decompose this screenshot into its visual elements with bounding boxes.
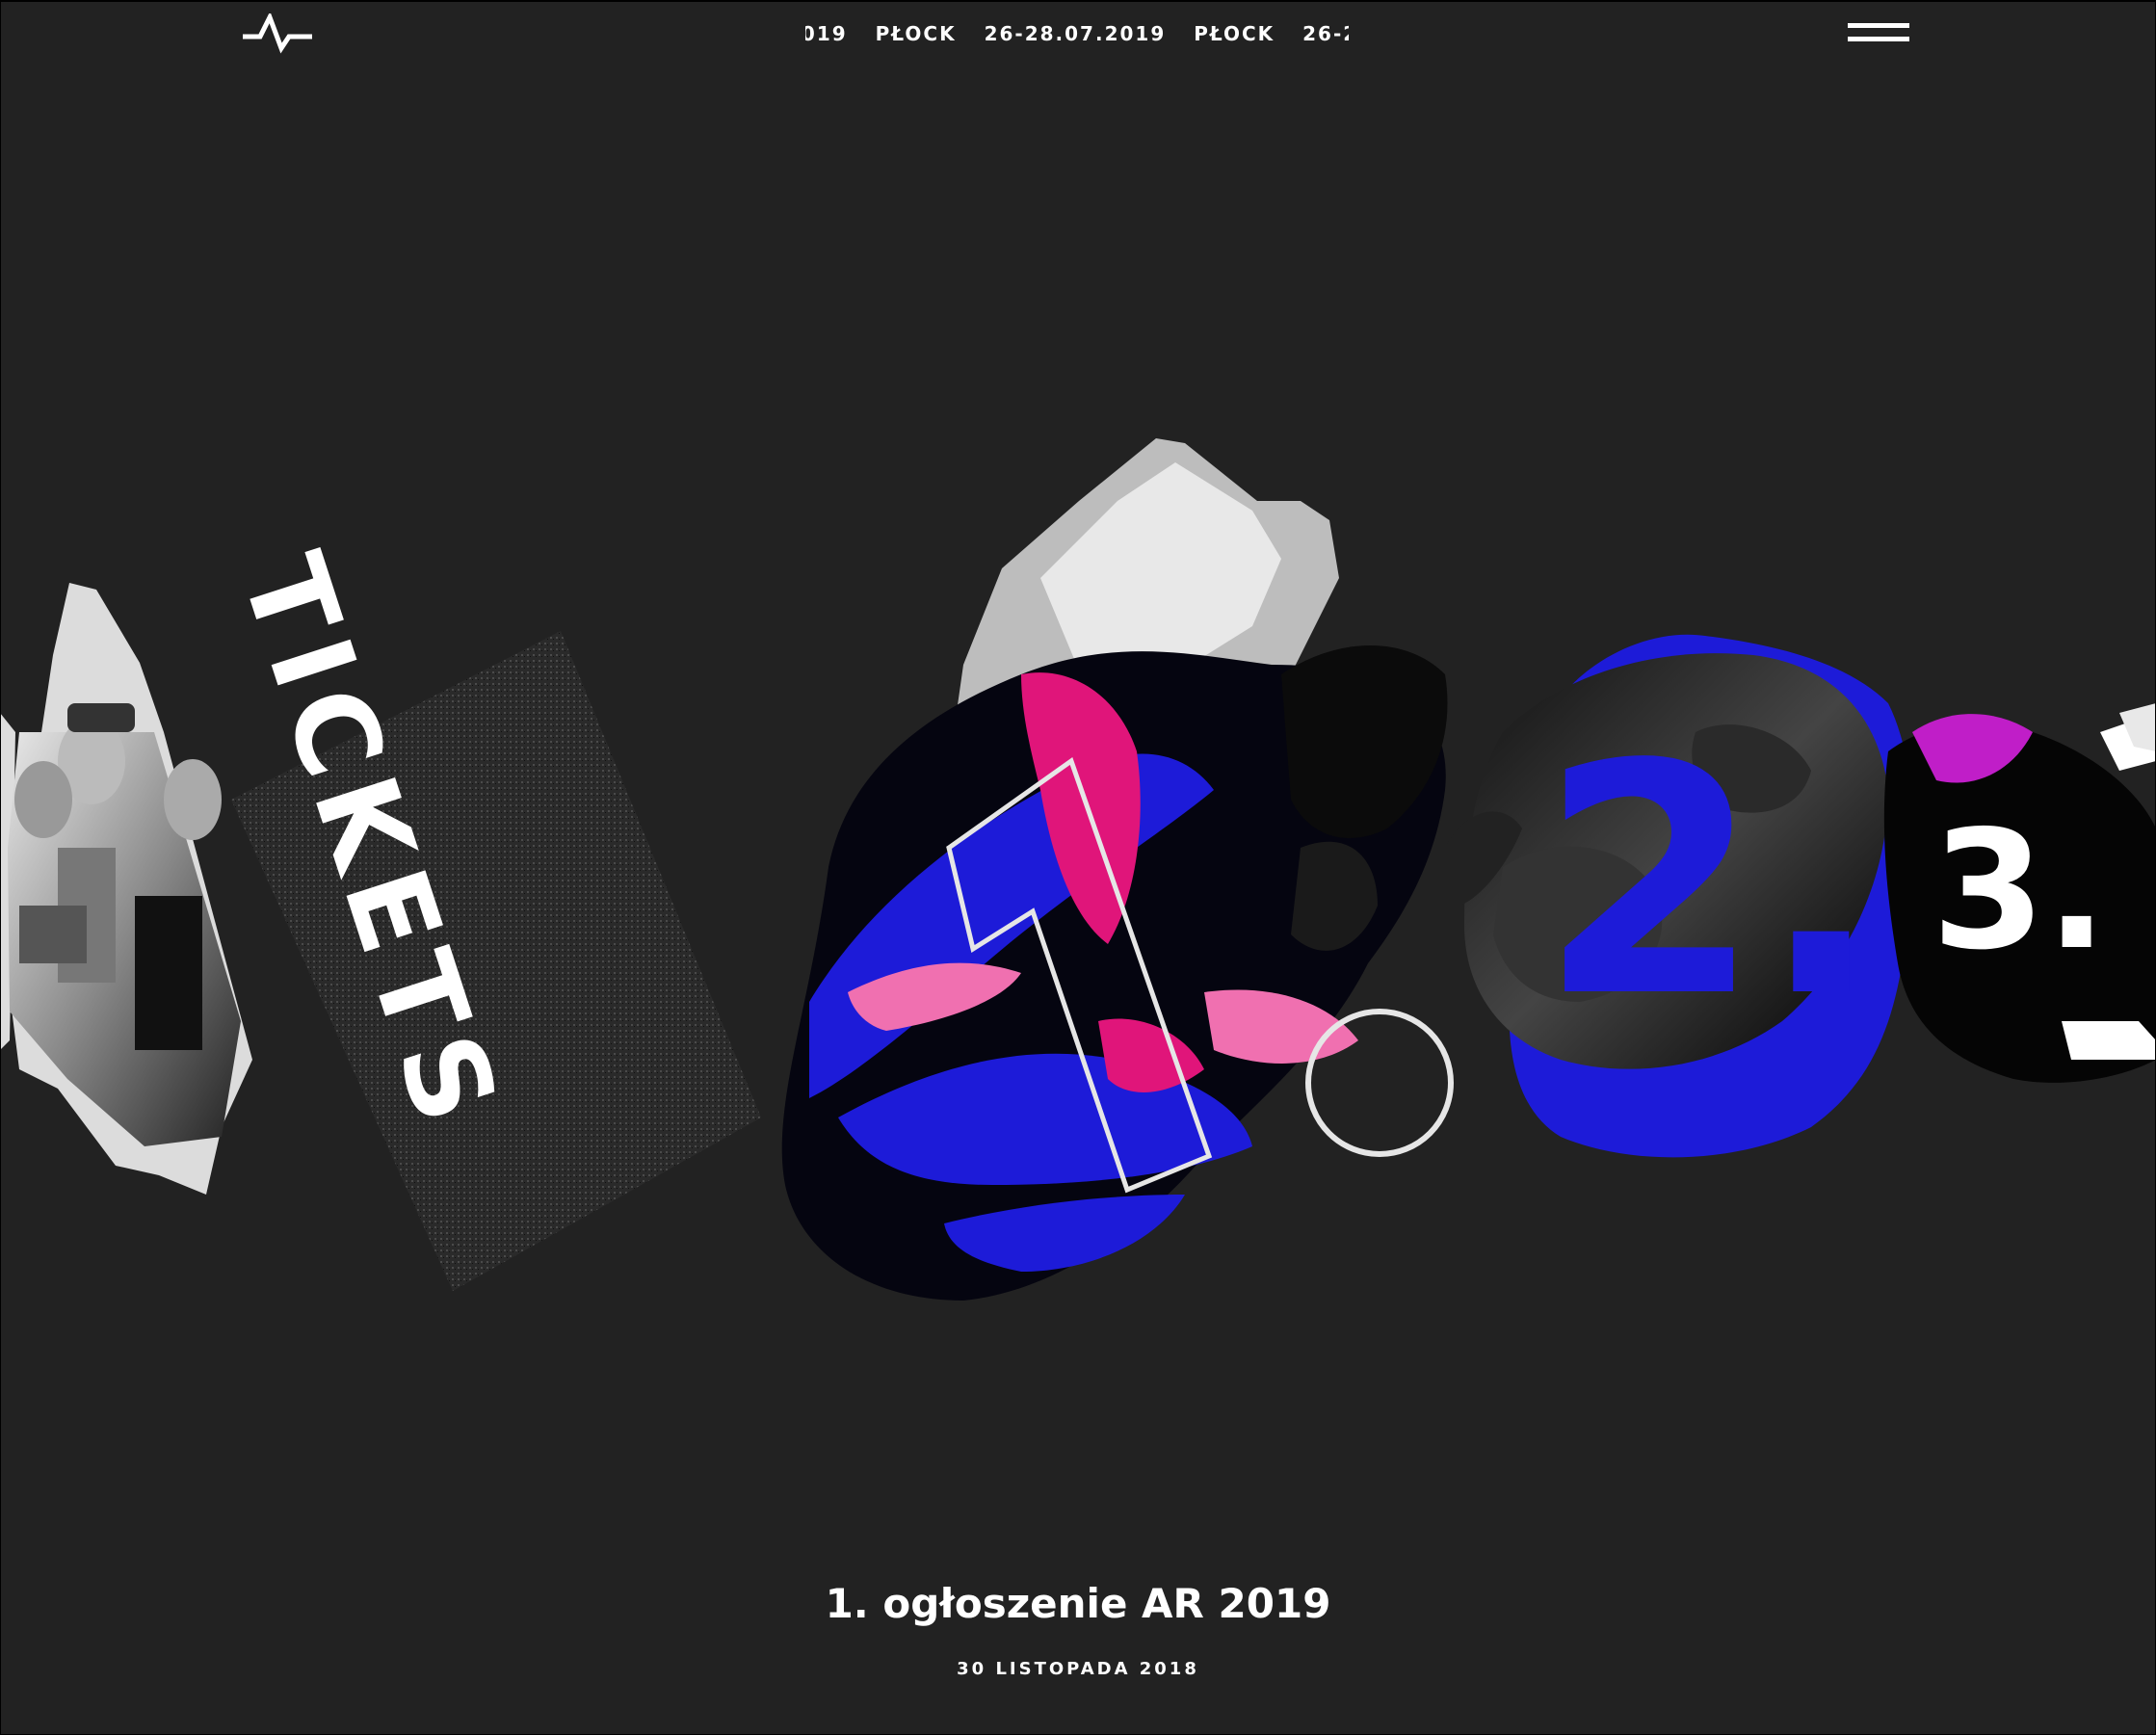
step-number-three[interactable]: 3. <box>1932 809 2108 973</box>
news-date: 30 LISTOPADA 2018 <box>957 1659 1199 1679</box>
step-number-two[interactable]: 2. <box>1539 723 1881 1040</box>
news-title[interactable]: 1. ogłoszenie AR 2019 <box>0 1580 2156 1627</box>
paint-splash-one <box>781 438 1454 1301</box>
photo-crystal-people <box>6 583 252 1195</box>
